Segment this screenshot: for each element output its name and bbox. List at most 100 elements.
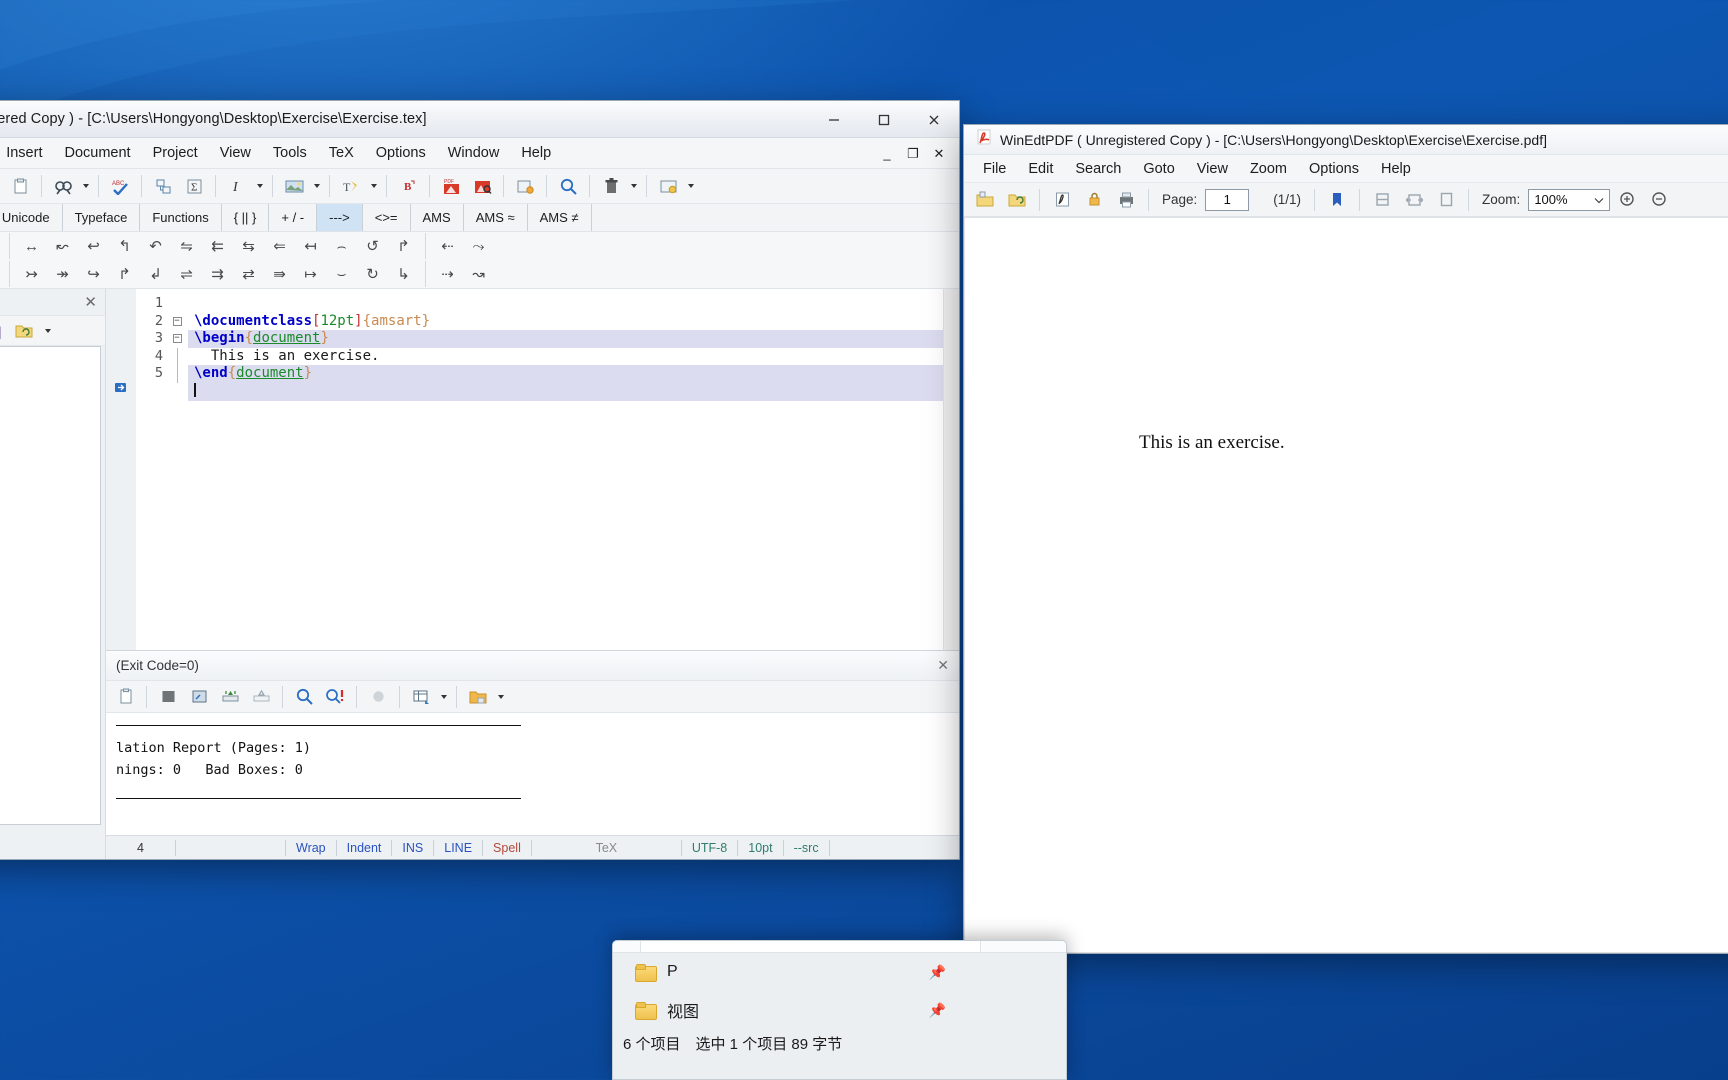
symbol-button[interactable]: ⇢ xyxy=(432,261,463,287)
editor-scrollbar[interactable] xyxy=(943,289,959,650)
menu-item-document[interactable]: Document xyxy=(53,141,141,165)
symbol-button[interactable]: ⌣ xyxy=(326,261,357,287)
symbol-button[interactable]: ⇐ xyxy=(264,233,295,259)
symbol-group-dashed-1[interactable]: ⇠ ⤳ xyxy=(432,233,494,259)
tex-dropdown-caret-icon[interactable] xyxy=(367,172,380,201)
symbol-button[interactable]: ↤ xyxy=(295,233,326,259)
symbol-button[interactable]: ↣ xyxy=(16,261,47,287)
zoom-in-icon[interactable] xyxy=(1612,185,1642,214)
code-editor[interactable]: \documentclass[12pt]{amsart} \begin{docu… xyxy=(188,289,943,650)
pdf-page-viewport[interactable]: This is an exercise. xyxy=(964,217,1728,953)
symbol-button[interactable]: ⇠ xyxy=(432,233,463,259)
open-icon[interactable] xyxy=(970,185,1000,214)
pdf-menu-goto[interactable]: Goto xyxy=(1132,158,1185,180)
winedt-window[interactable]: nregistered Copy ) - [C:\Users\Hongyong\… xyxy=(0,100,960,860)
symbol-button[interactable]: ⇛ xyxy=(264,261,295,287)
symbol-group-dashed-2[interactable]: ⇢ ↝ xyxy=(432,261,494,287)
code-line-caret[interactable] xyxy=(188,382,943,401)
mdi-child-controls[interactable]: _ ❐ ✕ xyxy=(879,138,955,169)
symbol-row-2[interactable]: ⇎ ⇏ ↣ ↠ ↪ ↱ ↲ ⇌ ⇉ ⇄ ⇛ ↦ ⌣ ↻ ↳ ⇢ xyxy=(0,260,959,288)
copy-log-icon[interactable] xyxy=(110,682,140,711)
menu-item-view[interactable]: View xyxy=(209,141,262,165)
table-dropdown-caret-icon[interactable] xyxy=(437,682,450,711)
symbol-button[interactable]: ↲ xyxy=(140,261,171,287)
sum-symbol-icon[interactable]: Σ xyxy=(179,172,209,201)
symbol-button[interactable]: ⇇ xyxy=(202,233,233,259)
symbol-group-negated-1[interactable]: ↛ ↮ xyxy=(0,233,3,259)
editor-fold-gutter[interactable]: − − xyxy=(166,289,188,650)
copy-icon[interactable] xyxy=(0,172,4,201)
list-item[interactable]: P 📌 xyxy=(613,953,1066,991)
status-wrap[interactable]: Wrap xyxy=(286,839,337,856)
code-line-1[interactable] xyxy=(188,295,943,313)
tab-arrows[interactable]: ---> xyxy=(317,204,363,231)
tab-ams-neq[interactable]: AMS ≠ xyxy=(528,204,592,231)
symbol-palette[interactable]: ↛ ↮ ↔ ↜ ↩ ↰ ↶ ⇋ ⇇ ⇆ ⇐ ↤ ⌢ ↺ ↱ ⇠ xyxy=(0,232,959,289)
lock-icon[interactable] xyxy=(1079,185,1109,214)
symbol-row-1[interactable]: ↛ ↮ ↔ ↜ ↩ ↰ ↶ ⇋ ⇇ ⇆ ⇐ ↤ ⌢ ↺ ↱ ⇠ xyxy=(0,232,959,260)
symbol-button[interactable]: ↰ xyxy=(109,233,140,259)
symbol-button[interactable]: ⇄ xyxy=(233,261,264,287)
trash-dropdown-caret-icon[interactable] xyxy=(627,172,640,201)
mdi-close-button[interactable]: ✕ xyxy=(931,146,947,162)
paste-icon[interactable] xyxy=(5,172,35,201)
code-line-2[interactable]: \documentclass[12pt]{amsart} xyxy=(188,313,943,331)
pdf-menubar[interactable]: File Edit Search Goto View Zoom Options … xyxy=(964,155,1728,183)
image-dropdown-caret-icon[interactable] xyxy=(310,172,323,201)
symbol-group-arrows-1[interactable]: ↔ ↜ ↩ ↰ ↶ ⇋ ⇇ ⇆ ⇐ ↤ ⌢ ↺ ↱ xyxy=(16,233,419,259)
reload-icon[interactable] xyxy=(1002,185,1032,214)
symbol-button[interactable]: ↶ xyxy=(140,233,171,259)
winedt-titlebar[interactable]: nregistered Copy ) - [C:\Users\Hongyong\… xyxy=(0,101,959,138)
code-line-4[interactable]: This is an exercise. xyxy=(188,348,943,366)
symbol-button[interactable]: ↩ xyxy=(78,233,109,259)
folder-icon[interactable] xyxy=(463,682,493,711)
status-indent[interactable]: Indent xyxy=(337,839,393,856)
list-item[interactable]: 视图 📌 xyxy=(613,991,1066,1029)
winedt-main-toolbar[interactable]: ABC Σ I T B PDF xyxy=(0,169,959,204)
bibtex-icon[interactable]: B xyxy=(393,172,423,201)
symbol-category-tabs[interactable]: ools Unicode Typeface Functions { || } +… xyxy=(0,204,959,232)
tab-ams[interactable]: AMS xyxy=(411,204,464,231)
pdf-tool-icon[interactable] xyxy=(1047,185,1077,214)
search-icon[interactable] xyxy=(553,172,583,201)
tex-compile-icon[interactable]: T xyxy=(336,172,366,201)
symbol-button[interactable]: ↠ xyxy=(47,261,78,287)
goto-error-icon[interactable] xyxy=(215,682,245,711)
pdf-toolbar[interactable]: Page: 1 (1/1) Zoom: 100% xyxy=(964,183,1728,217)
tab-functions[interactable]: Functions xyxy=(140,204,222,231)
menu-item-insert[interactable]: Insert xyxy=(0,141,53,165)
symbol-group-negated-2[interactable]: ⇎ ⇏ xyxy=(0,261,3,287)
pdf-menu-zoom[interactable]: Zoom xyxy=(1239,158,1298,180)
symbol-button[interactable]: ⇏ xyxy=(0,261,3,287)
pdf-view-icon[interactable] xyxy=(467,172,497,201)
table-icon[interactable] xyxy=(406,682,436,711)
pin-icon[interactable]: 📌 xyxy=(929,964,946,981)
status-encoding[interactable]: UTF-8 xyxy=(682,839,739,856)
tab-unicode[interactable]: Unicode xyxy=(0,204,63,231)
zoom-select[interactable]: 100% xyxy=(1528,188,1611,211)
tab-plusminus[interactable]: + / - xyxy=(269,204,318,231)
tab-relations[interactable]: <>= xyxy=(363,204,411,231)
fold-minus-icon[interactable]: − xyxy=(172,316,182,326)
winedtpdf-window[interactable]: WinEdtPDF ( Unregistered Copy ) - [C:\Us… xyxy=(963,124,1728,954)
sidebar-dropdown-caret-icon[interactable] xyxy=(41,316,54,345)
fold-toggle[interactable]: − xyxy=(166,330,188,348)
find-error-icon[interactable] xyxy=(320,682,350,711)
find-icon[interactable] xyxy=(48,172,78,201)
menu-item-window[interactable]: Window xyxy=(437,141,511,165)
pdf-menu-view[interactable]: View xyxy=(1186,158,1239,180)
fold-minus-icon[interactable]: − xyxy=(172,334,182,344)
page-input[interactable]: 1 xyxy=(1205,188,1250,211)
console-icon[interactable] xyxy=(184,682,214,711)
trash-icon[interactable] xyxy=(596,172,626,201)
find-dropdown-caret-icon[interactable] xyxy=(79,172,92,201)
status-spell[interactable]: Spell xyxy=(483,839,532,856)
winedt-menubar[interactable]: arch Insert Document Project View Tools … xyxy=(0,138,959,169)
config-icon[interactable] xyxy=(510,172,540,201)
output-toolbar[interactable] xyxy=(106,681,959,713)
symbol-button[interactable]: ↔ xyxy=(16,233,47,259)
tab-ams-approx[interactable]: AMS ≈ xyxy=(464,204,528,231)
window-controls[interactable] xyxy=(809,101,959,138)
status-src-option[interactable]: --src xyxy=(784,839,830,856)
file-explorer-window[interactable]: P 📌 视图 📌 6 个项目 选中 1 个项目 89 字节 xyxy=(612,940,1067,1080)
